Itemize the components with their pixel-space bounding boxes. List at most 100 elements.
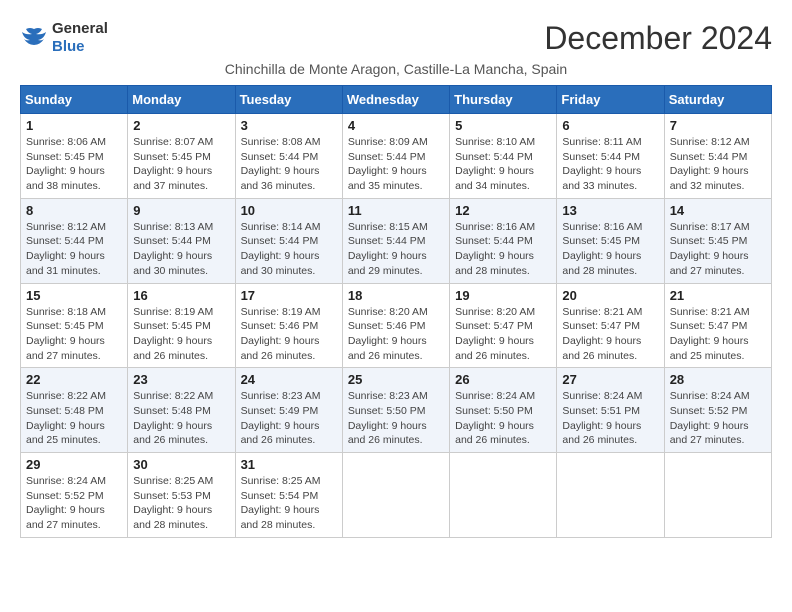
table-row xyxy=(450,453,557,538)
day-number: 20 xyxy=(562,288,658,303)
table-row: 29 Sunrise: 8:24 AM Sunset: 5:52 PM Dayl… xyxy=(21,453,128,538)
day-info: Sunrise: 8:06 AM Sunset: 5:45 PM Dayligh… xyxy=(26,135,122,194)
header-friday: Friday xyxy=(557,86,664,114)
day-info: Sunrise: 8:12 AM Sunset: 5:44 PM Dayligh… xyxy=(670,135,766,194)
day-number: 3 xyxy=(241,118,337,133)
day-number: 15 xyxy=(26,288,122,303)
table-row: 23 Sunrise: 8:22 AM Sunset: 5:48 PM Dayl… xyxy=(128,368,235,453)
day-number: 10 xyxy=(241,203,337,218)
day-info: Sunrise: 8:10 AM Sunset: 5:44 PM Dayligh… xyxy=(455,135,551,194)
day-info: Sunrise: 8:19 AM Sunset: 5:46 PM Dayligh… xyxy=(241,305,337,364)
day-info: Sunrise: 8:23 AM Sunset: 5:50 PM Dayligh… xyxy=(348,389,444,448)
day-number: 17 xyxy=(241,288,337,303)
day-info: Sunrise: 8:25 AM Sunset: 5:53 PM Dayligh… xyxy=(133,474,229,533)
day-info: Sunrise: 8:18 AM Sunset: 5:45 PM Dayligh… xyxy=(26,305,122,364)
table-row: 14 Sunrise: 8:17 AM Sunset: 5:45 PM Dayl… xyxy=(664,198,771,283)
day-number: 1 xyxy=(26,118,122,133)
header: General Blue December 2024 Chinchilla de… xyxy=(20,20,772,77)
day-info: Sunrise: 8:22 AM Sunset: 5:48 PM Dayligh… xyxy=(26,389,122,448)
day-number: 4 xyxy=(348,118,444,133)
table-row: 28 Sunrise: 8:24 AM Sunset: 5:52 PM Dayl… xyxy=(664,368,771,453)
day-number: 18 xyxy=(348,288,444,303)
table-row: 5 Sunrise: 8:10 AM Sunset: 5:44 PM Dayli… xyxy=(450,114,557,199)
calendar-row: 1 Sunrise: 8:06 AM Sunset: 5:45 PM Dayli… xyxy=(21,114,772,199)
day-number: 12 xyxy=(455,203,551,218)
table-row: 4 Sunrise: 8:09 AM Sunset: 5:44 PM Dayli… xyxy=(342,114,449,199)
day-number: 7 xyxy=(670,118,766,133)
table-row: 27 Sunrise: 8:24 AM Sunset: 5:51 PM Dayl… xyxy=(557,368,664,453)
calendar-table: Sunday Monday Tuesday Wednesday Thursday… xyxy=(20,85,772,538)
table-row: 22 Sunrise: 8:22 AM Sunset: 5:48 PM Dayl… xyxy=(21,368,128,453)
day-info: Sunrise: 8:14 AM Sunset: 5:44 PM Dayligh… xyxy=(241,220,337,279)
day-info: Sunrise: 8:24 AM Sunset: 5:50 PM Dayligh… xyxy=(455,389,551,448)
day-info: Sunrise: 8:16 AM Sunset: 5:44 PM Dayligh… xyxy=(455,220,551,279)
calendar-title: December 2024 xyxy=(544,20,772,57)
table-row: 17 Sunrise: 8:19 AM Sunset: 5:46 PM Dayl… xyxy=(235,283,342,368)
table-row: 21 Sunrise: 8:21 AM Sunset: 5:47 PM Dayl… xyxy=(664,283,771,368)
day-number: 22 xyxy=(26,372,122,387)
day-number: 31 xyxy=(241,457,337,472)
table-row: 30 Sunrise: 8:25 AM Sunset: 5:53 PM Dayl… xyxy=(128,453,235,538)
table-row: 6 Sunrise: 8:11 AM Sunset: 5:44 PM Dayli… xyxy=(557,114,664,199)
table-row: 10 Sunrise: 8:14 AM Sunset: 5:44 PM Dayl… xyxy=(235,198,342,283)
table-row xyxy=(557,453,664,538)
logo-blue: Blue xyxy=(52,38,85,55)
header-saturday: Saturday xyxy=(664,86,771,114)
day-info: Sunrise: 8:19 AM Sunset: 5:45 PM Dayligh… xyxy=(133,305,229,364)
table-row: 25 Sunrise: 8:23 AM Sunset: 5:50 PM Dayl… xyxy=(342,368,449,453)
table-row: 18 Sunrise: 8:20 AM Sunset: 5:46 PM Dayl… xyxy=(342,283,449,368)
table-row: 11 Sunrise: 8:15 AM Sunset: 5:44 PM Dayl… xyxy=(342,198,449,283)
day-number: 24 xyxy=(241,372,337,387)
table-row: 15 Sunrise: 8:18 AM Sunset: 5:45 PM Dayl… xyxy=(21,283,128,368)
day-number: 11 xyxy=(348,203,444,218)
day-number: 9 xyxy=(133,203,229,218)
day-number: 21 xyxy=(670,288,766,303)
day-number: 6 xyxy=(562,118,658,133)
bird-icon xyxy=(20,27,48,49)
day-number: 14 xyxy=(670,203,766,218)
table-row: 12 Sunrise: 8:16 AM Sunset: 5:44 PM Dayl… xyxy=(450,198,557,283)
table-row: 19 Sunrise: 8:20 AM Sunset: 5:47 PM Dayl… xyxy=(450,283,557,368)
header-thursday: Thursday xyxy=(450,86,557,114)
day-info: Sunrise: 8:24 AM Sunset: 5:52 PM Dayligh… xyxy=(26,474,122,533)
table-row: 24 Sunrise: 8:23 AM Sunset: 5:49 PM Dayl… xyxy=(235,368,342,453)
day-number: 16 xyxy=(133,288,229,303)
day-info: Sunrise: 8:09 AM Sunset: 5:44 PM Dayligh… xyxy=(348,135,444,194)
day-info: Sunrise: 8:07 AM Sunset: 5:45 PM Dayligh… xyxy=(133,135,229,194)
calendar-subtitle: Chinchilla de Monte Aragon, Castille-La … xyxy=(20,61,772,77)
day-info: Sunrise: 8:25 AM Sunset: 5:54 PM Dayligh… xyxy=(241,474,337,533)
table-row: 16 Sunrise: 8:19 AM Sunset: 5:45 PM Dayl… xyxy=(128,283,235,368)
day-info: Sunrise: 8:21 AM Sunset: 5:47 PM Dayligh… xyxy=(562,305,658,364)
header-monday: Monday xyxy=(128,86,235,114)
calendar-header-row: Sunday Monday Tuesday Wednesday Thursday… xyxy=(21,86,772,114)
day-info: Sunrise: 8:08 AM Sunset: 5:44 PM Dayligh… xyxy=(241,135,337,194)
table-row xyxy=(664,453,771,538)
table-row: 2 Sunrise: 8:07 AM Sunset: 5:45 PM Dayli… xyxy=(128,114,235,199)
calendar-row: 15 Sunrise: 8:18 AM Sunset: 5:45 PM Dayl… xyxy=(21,283,772,368)
day-info: Sunrise: 8:11 AM Sunset: 5:44 PM Dayligh… xyxy=(562,135,658,194)
header-tuesday: Tuesday xyxy=(235,86,342,114)
day-number: 28 xyxy=(670,372,766,387)
day-info: Sunrise: 8:17 AM Sunset: 5:45 PM Dayligh… xyxy=(670,220,766,279)
header-wednesday: Wednesday xyxy=(342,86,449,114)
calendar-row: 8 Sunrise: 8:12 AM Sunset: 5:44 PM Dayli… xyxy=(21,198,772,283)
day-number: 23 xyxy=(133,372,229,387)
calendar-row: 22 Sunrise: 8:22 AM Sunset: 5:48 PM Dayl… xyxy=(21,368,772,453)
day-info: Sunrise: 8:24 AM Sunset: 5:51 PM Dayligh… xyxy=(562,389,658,448)
table-row: 3 Sunrise: 8:08 AM Sunset: 5:44 PM Dayli… xyxy=(235,114,342,199)
day-number: 8 xyxy=(26,203,122,218)
day-number: 25 xyxy=(348,372,444,387)
table-row: 7 Sunrise: 8:12 AM Sunset: 5:44 PM Dayli… xyxy=(664,114,771,199)
day-info: Sunrise: 8:12 AM Sunset: 5:44 PM Dayligh… xyxy=(26,220,122,279)
day-info: Sunrise: 8:20 AM Sunset: 5:47 PM Dayligh… xyxy=(455,305,551,364)
day-number: 26 xyxy=(455,372,551,387)
day-number: 2 xyxy=(133,118,229,133)
day-info: Sunrise: 8:21 AM Sunset: 5:47 PM Dayligh… xyxy=(670,305,766,364)
table-row: 1 Sunrise: 8:06 AM Sunset: 5:45 PM Dayli… xyxy=(21,114,128,199)
table-row: 9 Sunrise: 8:13 AM Sunset: 5:44 PM Dayli… xyxy=(128,198,235,283)
day-info: Sunrise: 8:16 AM Sunset: 5:45 PM Dayligh… xyxy=(562,220,658,279)
calendar-row: 29 Sunrise: 8:24 AM Sunset: 5:52 PM Dayl… xyxy=(21,453,772,538)
table-row: 31 Sunrise: 8:25 AM Sunset: 5:54 PM Dayl… xyxy=(235,453,342,538)
day-info: Sunrise: 8:15 AM Sunset: 5:44 PM Dayligh… xyxy=(348,220,444,279)
day-number: 13 xyxy=(562,203,658,218)
